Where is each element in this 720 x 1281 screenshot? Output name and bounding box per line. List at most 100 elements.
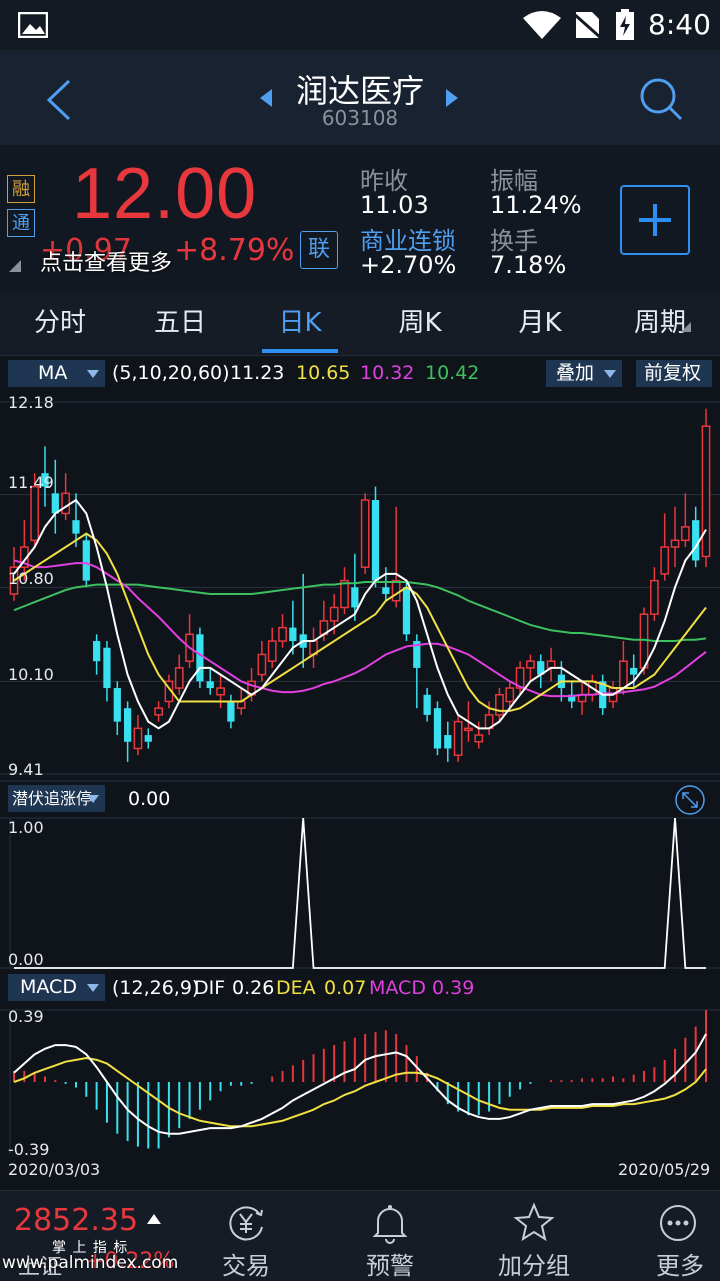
prev-stock-icon[interactable] bbox=[258, 88, 274, 108]
tab-five-day[interactable]: 五日 bbox=[120, 293, 240, 353]
ma-params: (5,10,20,60) bbox=[112, 362, 230, 384]
star-icon bbox=[513, 1202, 555, 1242]
tab-period[interactable]: 周期 bbox=[600, 293, 720, 353]
add-watchlist-button[interactable] bbox=[620, 185, 690, 255]
nav-trade[interactable]: 交易 bbox=[174, 1191, 318, 1281]
overlay-selector[interactable]: 叠加 bbox=[546, 360, 622, 387]
linked-button[interactable]: 联 bbox=[300, 231, 338, 269]
watermark-url: www.palmindex.com bbox=[2, 1253, 179, 1273]
y-label-4: 10.10 bbox=[8, 665, 54, 684]
overlay-label: 叠加 bbox=[556, 362, 595, 384]
candle-body bbox=[206, 681, 214, 689]
macd-params: (12,26,9) bbox=[112, 977, 200, 999]
candle-body bbox=[402, 587, 411, 635]
plus-icon bbox=[639, 204, 671, 236]
candle-body bbox=[51, 493, 59, 514]
candlestick-chart[interactable] bbox=[0, 390, 720, 782]
more-icon bbox=[660, 1205, 696, 1241]
back-icon[interactable] bbox=[44, 78, 74, 122]
indicator-selector[interactable]: 潜伏追涨停 bbox=[8, 785, 105, 812]
tab-weekly-k[interactable]: 周K bbox=[360, 293, 480, 353]
candle-body bbox=[103, 647, 111, 689]
nav-more-label: 更多 bbox=[656, 1252, 704, 1280]
amplitude-value: 11.24% bbox=[490, 191, 582, 219]
indicator-y-bottom: 0.00 bbox=[8, 950, 44, 969]
candle-body bbox=[257, 653, 267, 676]
macd-y-top: 0.39 bbox=[8, 1007, 44, 1026]
candle-body bbox=[423, 694, 431, 715]
candle-body bbox=[216, 687, 225, 696]
y-label-bottom: 9.41 bbox=[8, 760, 44, 779]
candle-body bbox=[144, 735, 152, 742]
candle-body bbox=[267, 640, 277, 662]
adjust-selector[interactable]: 前复权 bbox=[636, 360, 712, 387]
bell-icon bbox=[372, 1205, 408, 1244]
candle-body bbox=[630, 667, 638, 675]
more-info-tip[interactable]: 点击查看更多 bbox=[40, 245, 172, 277]
candle-body bbox=[196, 634, 204, 682]
nav-alert[interactable]: 预警 bbox=[318, 1191, 462, 1281]
nav-add-group[interactable]: 加分组 bbox=[462, 1191, 606, 1281]
indicator-legend: 潜伏追涨停 0.00 bbox=[0, 783, 720, 815]
corner-icon bbox=[9, 260, 21, 272]
ma-selector[interactable]: MA bbox=[8, 360, 105, 387]
candle-body bbox=[351, 587, 359, 608]
candle-body bbox=[526, 660, 535, 669]
candle-body bbox=[382, 587, 390, 595]
candle-body bbox=[278, 626, 287, 642]
prev-close-value: 11.03 bbox=[360, 191, 429, 219]
candle-body bbox=[670, 539, 680, 548]
ma10-value: 10.65 bbox=[296, 362, 351, 384]
candle-body bbox=[72, 520, 80, 534]
macd-selector[interactable]: MACD bbox=[8, 974, 105, 1001]
candle-body bbox=[174, 667, 184, 689]
no-sim-icon bbox=[573, 12, 602, 40]
y-label-top: 12.18 bbox=[8, 393, 54, 412]
status-bar: 8:40 bbox=[0, 0, 720, 50]
candle-body bbox=[546, 660, 556, 669]
candle-body bbox=[93, 641, 101, 662]
candle-body bbox=[680, 526, 690, 542]
battery-charging-icon bbox=[616, 9, 634, 40]
next-stock-icon[interactable] bbox=[444, 88, 460, 108]
turnover-value: 7.18% bbox=[490, 251, 567, 279]
candle-body bbox=[113, 688, 121, 722]
candle-body bbox=[61, 492, 71, 515]
bottom-nav: 2852.35 上证 +0.22% 掌 上 指 标 www.palmindex.… bbox=[0, 1190, 720, 1281]
ma-selector-label: MA bbox=[38, 362, 68, 384]
macd-chart bbox=[0, 1009, 720, 1154]
nav-trade-label: 交易 bbox=[222, 1252, 270, 1280]
candle-body bbox=[474, 734, 484, 743]
wifi-icon bbox=[523, 11, 561, 39]
margin-badge: 融 bbox=[7, 175, 35, 203]
candle-body bbox=[82, 540, 90, 581]
search-icon[interactable] bbox=[638, 76, 684, 122]
expand-icon[interactable] bbox=[674, 784, 706, 816]
up-arrow-icon bbox=[147, 1214, 161, 1224]
y-label-2: 11.49 bbox=[8, 473, 54, 492]
tab-monthly-k[interactable]: 月K bbox=[480, 293, 600, 353]
chevron-down-icon bbox=[87, 984, 99, 992]
index-value: 2852.35 bbox=[14, 1203, 139, 1238]
gallery-icon bbox=[18, 12, 48, 38]
index-ticker[interactable]: 2852.35 上证 +0.22% 掌 上 指 标 www.palmindex.… bbox=[0, 1191, 200, 1281]
macd-y-bottom: -0.39 bbox=[8, 1140, 50, 1159]
tab-daily-k[interactable]: 日K bbox=[240, 293, 360, 353]
chevron-down-icon bbox=[604, 370, 616, 378]
indicator-value: 0.00 bbox=[128, 788, 171, 810]
nav-more[interactable]: 更多 bbox=[606, 1191, 720, 1281]
sector-change: +2.70% bbox=[360, 251, 457, 279]
candle-body bbox=[123, 708, 132, 742]
candle-body bbox=[619, 660, 628, 689]
ma20-value: 10.32 bbox=[360, 362, 415, 384]
indicator-chart bbox=[0, 817, 720, 969]
trade-yen-icon bbox=[229, 1206, 263, 1241]
tab-intraday[interactable]: 分时 bbox=[0, 293, 120, 353]
quote-panel: 融 通 12.00 +0.97 +8.79% 点击查看更多 联 昨收 11.03… bbox=[0, 145, 720, 293]
candle-body bbox=[701, 425, 711, 558]
chevron-down-icon bbox=[87, 795, 99, 803]
current-price: 12.00 bbox=[72, 154, 258, 234]
clock: 8:40 bbox=[648, 8, 711, 41]
candle-body bbox=[433, 708, 442, 749]
candle-body bbox=[340, 579, 349, 609]
